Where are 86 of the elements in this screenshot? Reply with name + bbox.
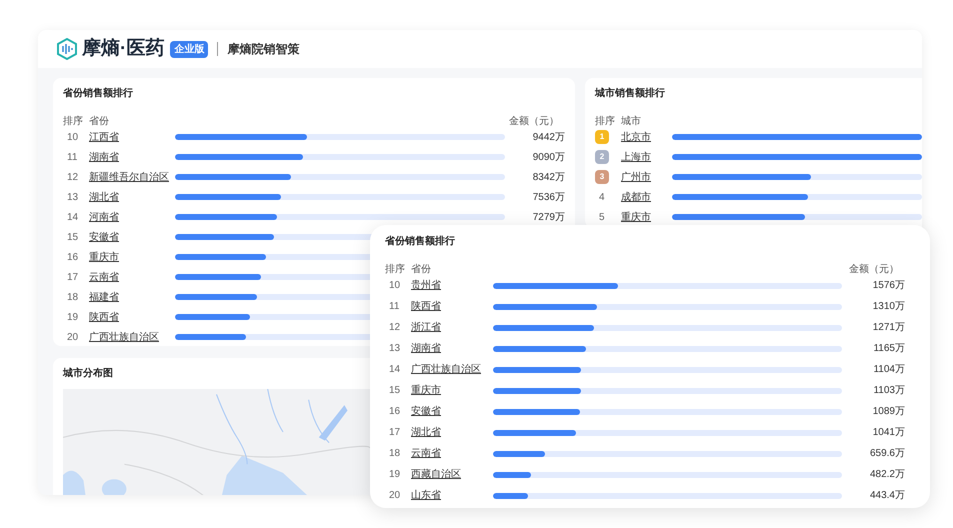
- region-link[interactable]: 广西壮族自治区: [411, 362, 493, 377]
- city-link[interactable]: 成都市: [621, 190, 672, 204]
- card-title: 省份销售额排行: [63, 86, 134, 101]
- rank-number: 16: [66, 250, 80, 264]
- region-link[interactable]: 陕西省: [411, 299, 493, 314]
- amount-value: 9442万: [532, 132, 565, 142]
- rank-number: 13: [66, 190, 80, 204]
- rank-number: 15: [388, 384, 402, 398]
- rank-number: 18: [66, 290, 80, 304]
- amount-value: 1576万: [872, 280, 905, 291]
- region-link[interactable]: 广西壮族自治区: [89, 330, 175, 344]
- amount-value: 1103万: [873, 385, 905, 396]
- column-header: 排序: [595, 114, 616, 128]
- column-header: 省份: [411, 262, 432, 276]
- amount-value: 1310万: [872, 301, 905, 312]
- rank-number: 19: [388, 468, 402, 482]
- amount-value: 1089万: [872, 406, 905, 417]
- region-link[interactable]: 福建省: [89, 290, 175, 304]
- amount-value: 8342万: [532, 172, 565, 182]
- region-link[interactable]: 湖北省: [89, 190, 175, 204]
- rank-number: 12: [388, 321, 402, 335]
- card-title: 城市销售额排行: [595, 86, 666, 101]
- amount-value: 1041万: [872, 427, 905, 438]
- amount-value: 7536万: [532, 192, 565, 202]
- region-link[interactable]: 重庆市: [411, 383, 493, 398]
- brand-name: 摩熵·医药: [82, 36, 164, 61]
- region-link[interactable]: 湖南省: [411, 341, 493, 356]
- rank-number: 5: [598, 210, 605, 224]
- amount-value: 1165万: [873, 343, 905, 354]
- region-link[interactable]: 安徽省: [89, 230, 175, 244]
- card-title: 城市分布图: [63, 366, 113, 381]
- region-link[interactable]: 江西省: [89, 130, 175, 144]
- column-header: 金额（元）: [509, 114, 560, 128]
- rank-number: 19: [66, 310, 80, 324]
- amount-value: 659.6万: [870, 448, 905, 459]
- rank-number: 10: [66, 130, 80, 144]
- region-link[interactable]: 湖南省: [89, 150, 175, 164]
- city-link[interactable]: 广州市: [621, 170, 672, 184]
- column-header: 排序: [385, 262, 406, 276]
- city-link[interactable]: 重庆市: [621, 210, 672, 224]
- region-link[interactable]: 河南省: [89, 210, 175, 224]
- rank-number: 11: [66, 150, 78, 164]
- region-link[interactable]: 新疆维吾尔自治区: [89, 170, 175, 184]
- rank-number: 20: [388, 489, 402, 503]
- amount-value: 1271万: [872, 322, 905, 333]
- rank-number: 18: [388, 447, 402, 461]
- city-link[interactable]: 上海市: [621, 150, 672, 164]
- rank-number: 13: [388, 342, 402, 356]
- card-title: 省份销售额排行: [385, 234, 456, 249]
- rank-number: 20: [66, 330, 80, 344]
- region-link[interactable]: 重庆市: [89, 250, 175, 264]
- rank-number: 17: [66, 270, 80, 284]
- region-link[interactable]: 西藏自治区: [411, 467, 493, 482]
- amount-value: 9090万: [532, 152, 565, 162]
- column-header: 省份: [89, 114, 110, 128]
- medal-icon: 3: [595, 170, 609, 184]
- edition-badge: 企业版: [170, 40, 208, 58]
- city-link[interactable]: 北京市: [621, 130, 672, 144]
- region-link[interactable]: 安徽省: [411, 404, 493, 419]
- rank-number: 11: [388, 300, 400, 314]
- region-link[interactable]: 山东省: [411, 488, 493, 503]
- region-link[interactable]: 贵州省: [411, 278, 493, 293]
- rank-number: 16: [388, 405, 402, 419]
- logo-icon: [56, 38, 78, 60]
- amount-value: 1104万: [873, 364, 905, 375]
- region-link[interactable]: 云南省: [89, 270, 175, 284]
- medal-icon: 1: [595, 130, 609, 144]
- amount-value: 7279万: [532, 212, 565, 222]
- amount-value: 482.2万: [870, 469, 905, 480]
- column-header: 排序: [63, 114, 84, 128]
- rank-number: 12: [66, 170, 80, 184]
- region-link[interactable]: 云南省: [411, 446, 493, 461]
- region-link[interactable]: 湖北省: [411, 425, 493, 440]
- region-link[interactable]: 浙江省: [411, 320, 493, 335]
- rank-number: 14: [66, 210, 80, 224]
- column-header: 城市: [621, 114, 641, 128]
- rank-number: 15: [66, 230, 80, 244]
- region-link[interactable]: 陕西省: [89, 310, 175, 324]
- amount-value: 443.4万: [870, 490, 905, 501]
- rank-number: 4: [598, 190, 605, 204]
- rank-number: 14: [388, 363, 402, 377]
- column-header: 金额（元）: [849, 262, 900, 276]
- medal-icon: 2: [595, 150, 609, 164]
- rank-number: 10: [388, 279, 402, 293]
- rank-number: 17: [388, 426, 402, 440]
- product-name: 摩熵院销智策: [227, 41, 300, 58]
